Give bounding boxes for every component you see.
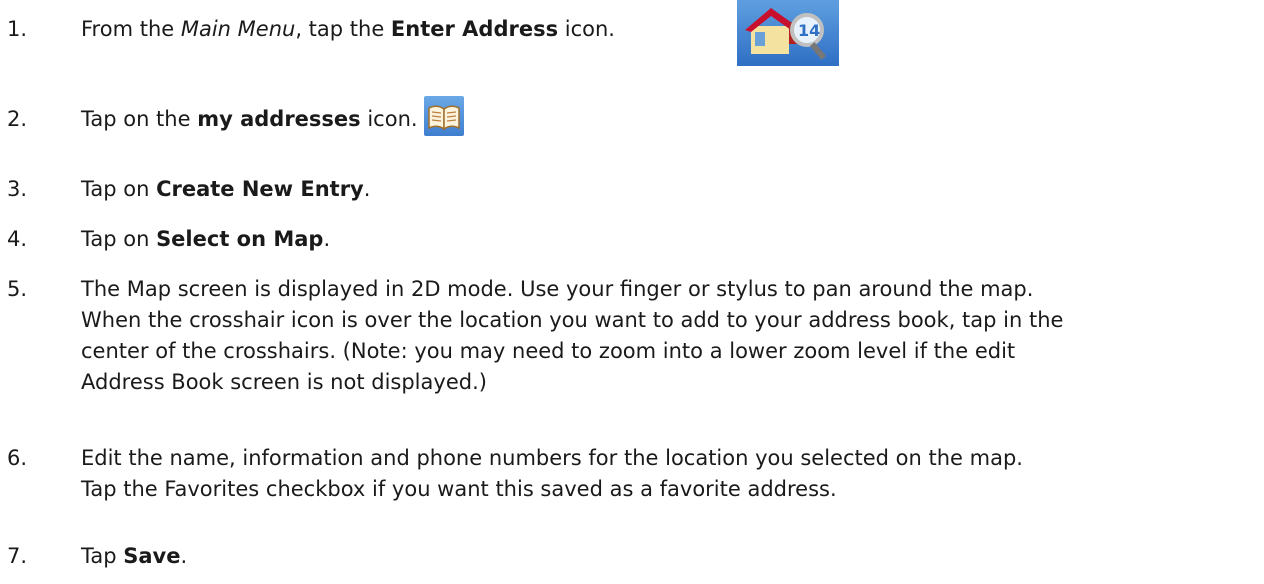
select-on-map-term: Select on Map [156,227,324,251]
step-number: 6. [7,446,28,470]
step-text: From the Main Menu, tap the Enter Addres… [81,17,615,41]
step-text: Tap on Select on Map. [81,227,331,251]
step-text: Tap Save. [81,544,188,568]
step-text: Edit the name, information and phone num… [81,446,1023,501]
step-number: 1. [7,17,28,41]
main-menu-term: Main Menu [180,17,296,41]
step-number: 3. [7,177,28,201]
create-new-entry-term: Create New Entry [156,177,364,201]
svg-text:14: 14 [798,21,820,40]
my-addresses-term: my addresses [197,107,361,131]
step-number: 2. [7,107,28,131]
step-number: 4. [7,227,28,251]
step-text: Tap on Create New Entry. [81,177,371,201]
step-number: 7. [7,544,28,568]
open-book-icon [423,96,464,136]
house-magnifier-icon: 14 [737,0,839,66]
enter-address-term: Enter Address [390,17,559,41]
step-text: Tap on the my addresses icon. [81,96,1251,136]
step-number: 5. [7,277,28,301]
save-term: Save [123,544,181,568]
step-text: The Map screen is displayed in 2D mode. … [81,277,1064,394]
